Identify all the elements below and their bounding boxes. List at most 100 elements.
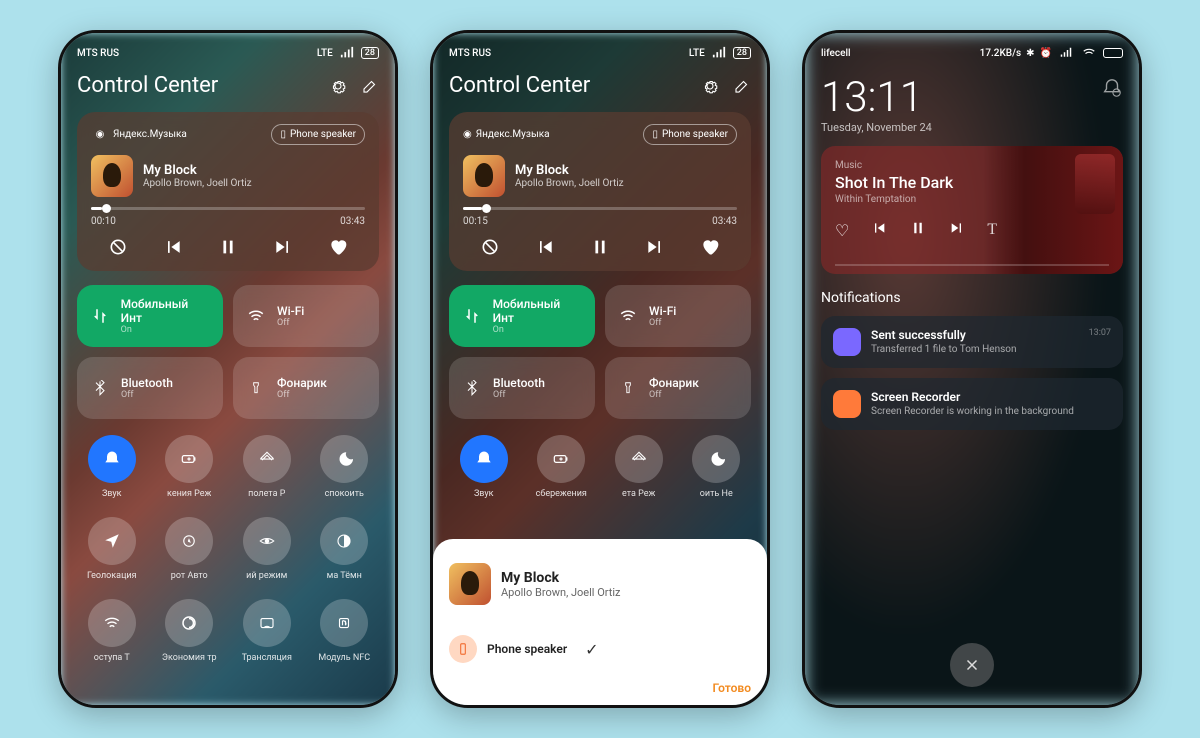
edit-icon[interactable] bbox=[733, 77, 751, 95]
tile-flashlight[interactable]: ФонарикOff bbox=[233, 357, 379, 419]
battery-icon bbox=[1103, 48, 1123, 58]
quick-toggle-button[interactable] bbox=[88, 599, 136, 647]
lockscreen-music-widget[interactable]: Music Shot In The Dark Within Temptation… bbox=[821, 146, 1123, 274]
phone-icon: ▯ bbox=[280, 129, 286, 140]
notification-title: Sent successfully bbox=[871, 328, 1017, 342]
edit-icon[interactable] bbox=[361, 77, 379, 95]
pause-icon[interactable] bbox=[909, 219, 927, 241]
source-icon: ◉ bbox=[463, 129, 472, 140]
quick-toggle-button[interactable] bbox=[88, 517, 136, 565]
bluetooth-icon bbox=[461, 377, 483, 399]
seek-bar[interactable] bbox=[91, 207, 365, 210]
tile-wifi[interactable]: Wi-FiOff bbox=[605, 285, 751, 347]
quick-toggle-button[interactable] bbox=[692, 435, 740, 483]
flashlight-icon bbox=[617, 377, 639, 399]
network-label: LTE bbox=[689, 48, 705, 59]
tile-mobile-data[interactable]: Мобильный ИнтOn bbox=[449, 285, 595, 347]
quick-toggle-button[interactable] bbox=[537, 435, 585, 483]
status-bar: MTS RUS LTE 28 bbox=[77, 45, 379, 61]
block-icon[interactable] bbox=[106, 235, 130, 259]
heart-icon[interactable] bbox=[326, 235, 350, 259]
quick-toggle-button[interactable] bbox=[320, 435, 368, 483]
next-icon[interactable] bbox=[643, 235, 667, 259]
dnd-settings-icon[interactable] bbox=[1101, 77, 1123, 103]
signal-icon bbox=[1057, 44, 1075, 62]
next-icon[interactable] bbox=[271, 235, 295, 259]
time-total: 03:43 bbox=[712, 216, 737, 227]
recorder-app-icon bbox=[833, 390, 861, 418]
carrier-label: MTS RUS bbox=[77, 48, 119, 59]
quick-toggle-button[interactable] bbox=[165, 435, 213, 483]
pause-icon[interactable] bbox=[588, 235, 612, 259]
pause-icon[interactable] bbox=[216, 235, 240, 259]
quick-toggle-button[interactable] bbox=[243, 599, 291, 647]
time-elapsed: 00:10 bbox=[91, 216, 116, 227]
page-title: Control Center bbox=[77, 73, 218, 98]
quick-toggle-button[interactable] bbox=[460, 435, 508, 483]
notification-title: Screen Recorder bbox=[871, 390, 1074, 404]
quick-toggle-button[interactable] bbox=[88, 435, 136, 483]
heart-icon[interactable] bbox=[698, 235, 722, 259]
time-total: 03:43 bbox=[340, 216, 365, 227]
quick-toggle-button[interactable] bbox=[165, 517, 213, 565]
tile-flashlight[interactable]: ФонарикOff bbox=[605, 357, 751, 419]
quick-toggle-label: оступа Т bbox=[94, 653, 130, 663]
seek-bar[interactable] bbox=[835, 264, 1109, 266]
output-selector[interactable]: ▯Phone speaker bbox=[643, 124, 737, 145]
phone-icon: ▯ bbox=[652, 129, 658, 140]
settings-icon[interactable] bbox=[701, 77, 719, 95]
clock-time: 13:11 bbox=[821, 77, 932, 119]
phone-1: MTS RUS LTE 28 Control Center ◉ Яндекс.М… bbox=[58, 30, 398, 708]
wifi-icon bbox=[245, 305, 267, 327]
heart-icon[interactable]: ♡ bbox=[835, 221, 849, 240]
bluetooth-icon bbox=[89, 377, 111, 399]
sheet-album-art bbox=[449, 563, 491, 605]
previous-icon[interactable] bbox=[533, 235, 557, 259]
source-icon: ◉ bbox=[91, 126, 109, 144]
next-icon[interactable] bbox=[949, 220, 965, 240]
quick-toggle-button[interactable] bbox=[615, 435, 663, 483]
mobile-data-icon bbox=[89, 305, 111, 327]
quick-toggle-button[interactable] bbox=[243, 517, 291, 565]
sheet-track-title: My Block bbox=[501, 570, 621, 586]
settings-icon[interactable] bbox=[329, 77, 347, 95]
previous-icon[interactable] bbox=[871, 220, 887, 240]
phone-3: lifecell 17.2KB/s ✱ ⏰ 13:11 Tuesday, Nov… bbox=[802, 30, 1142, 708]
music-source: ◉ Яндекс.Музыка bbox=[91, 126, 187, 144]
page-title: Control Center bbox=[449, 73, 590, 98]
quick-toggle-button[interactable] bbox=[165, 599, 213, 647]
quick-toggle-label: ма Тёмн bbox=[327, 571, 362, 581]
track-title: My Block bbox=[143, 163, 252, 178]
album-art bbox=[91, 155, 133, 197]
clear-all-button[interactable] bbox=[950, 643, 994, 687]
quick-toggle-label: Звук bbox=[102, 489, 122, 499]
quick-toggle-button[interactable] bbox=[320, 599, 368, 647]
quick-toggle-label: рот Авто bbox=[171, 571, 208, 581]
output-option-label: Phone speaker bbox=[487, 642, 567, 656]
quick-toggle-label: ий режим bbox=[246, 571, 287, 581]
previous-icon[interactable] bbox=[161, 235, 185, 259]
output-selector[interactable]: ▯ Phone speaker bbox=[271, 124, 365, 145]
signal-icon bbox=[710, 44, 728, 62]
flashlight-icon bbox=[245, 377, 267, 399]
block-icon[interactable] bbox=[478, 235, 502, 259]
tile-bluetooth[interactable]: BluetoothOff bbox=[77, 357, 223, 419]
tile-bluetooth[interactable]: BluetoothOff bbox=[449, 357, 595, 419]
quick-toggle-label: Звук bbox=[474, 489, 494, 499]
quick-toggle-button[interactable] bbox=[243, 435, 291, 483]
battery-icon: 28 bbox=[733, 47, 751, 59]
output-option[interactable]: Phone speaker ✓ bbox=[449, 635, 751, 663]
sheet-track-artist: Apollo Brown, Joell Ortiz bbox=[501, 586, 621, 599]
music-widget: ◉ Яндекс.Музыка ▯Phone speaker My BlockA… bbox=[449, 112, 751, 271]
check-icon: ✓ bbox=[585, 640, 598, 659]
tile-mobile-data[interactable]: Мобильный ИнтOn bbox=[77, 285, 223, 347]
album-art bbox=[463, 155, 505, 197]
done-button[interactable]: Готово bbox=[449, 681, 751, 695]
data-rate: 17.2KB/s bbox=[980, 48, 1022, 59]
quick-toggle-button[interactable] bbox=[320, 517, 368, 565]
notification-item[interactable]: Screen RecorderScreen Recorder is workin… bbox=[821, 378, 1123, 430]
notification-desc: Transferred 1 file to Tom Henson bbox=[871, 344, 1017, 355]
seek-bar[interactable] bbox=[463, 207, 737, 210]
notification-item[interactable]: Sent successfully Transferred 1 file to T… bbox=[821, 316, 1123, 368]
tile-wifi[interactable]: Wi-FiOff bbox=[233, 285, 379, 347]
